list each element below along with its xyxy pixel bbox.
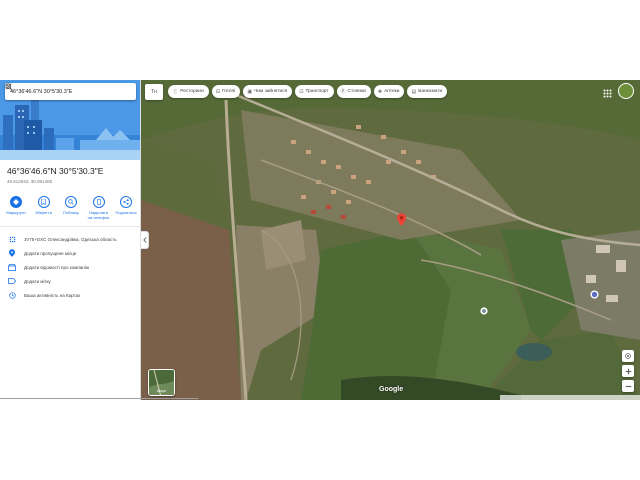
place-title: 46°36'46.6"N 30°5'30.3"E: [7, 166, 104, 176]
category-chips: Тн 🍴 Ресторани ⊟ Готелі ▣ Чим зайнятися …: [145, 84, 448, 100]
chip-restaurants[interactable]: 🍴 Ресторани: [168, 85, 209, 98]
share-label: Поділитися: [115, 210, 137, 215]
info-add-business-text: Додати відомості про компанію: [24, 264, 90, 270]
language-button[interactable]: Тн: [145, 84, 163, 100]
info-plus-code[interactable]: JV75+DXC Олександрівка, Одеська область: [0, 232, 140, 246]
info-add-label-text: Додати мітку: [24, 278, 51, 284]
poi-marker-secondary[interactable]: [480, 302, 488, 320]
map-controls: [622, 350, 634, 392]
info-add-place-text: Додати пропущене місце: [24, 250, 77, 256]
info-plus-code-text: JV75+DXC Олександрівка, Одеська область: [24, 236, 117, 242]
minus-icon: [625, 385, 631, 387]
chip-transit-label: Транспорт: [305, 89, 329, 94]
directions-label: Маршрути: [6, 210, 26, 215]
red-pin-icon: [397, 213, 406, 226]
layers-label: Шари: [156, 389, 167, 393]
chevron-left-icon: [142, 237, 146, 243]
place-coordinates[interactable]: 46.612942, 30.091405: [7, 179, 52, 184]
search-input[interactable]: 46°36'46.6"N 30°5'30.3"E: [10, 89, 106, 95]
collapse-panel-button[interactable]: [141, 231, 149, 249]
apps-grid-icon: [603, 89, 612, 98]
chip-pharmacies-label: Аптеки: [384, 89, 400, 94]
save-label: Зберегти: [35, 210, 52, 215]
maps-app: 46°36'46.6"N 30°5'30.3"E 46°36'46.6"N 30…: [0, 80, 640, 400]
chip-parking[interactable]: Ⓟ Стоянки: [336, 85, 371, 98]
history-icon: [8, 291, 16, 299]
bookmark-icon: [37, 196, 50, 208]
share-icon: [120, 196, 132, 208]
info-list: JV75+DXC Олександрівка, Одеська область …: [0, 232, 140, 302]
search-icon[interactable]: [5, 83, 118, 98]
my-location-icon: [625, 353, 631, 359]
chip-pharmacies[interactable]: ✚ Аптеки: [373, 85, 405, 98]
add-place-icon: [8, 249, 16, 257]
search-box[interactable]: 46°36'46.6"N 30°5'30.3"E: [5, 83, 136, 100]
place-hero-image[interactable]: 46°36'46.6"N 30°5'30.3"E: [0, 80, 140, 160]
plus-icon: [625, 368, 631, 374]
transit-icon: ⊡: [299, 88, 304, 95]
divider: [0, 226, 140, 227]
chip-atms-label: Банкомати: [418, 89, 443, 94]
poi-dot-icon: [480, 307, 488, 315]
nearby-label: Поблизу: [63, 210, 79, 215]
chip-hotels[interactable]: ⊟ Готелі: [211, 85, 241, 98]
parking-icon: Ⓟ: [340, 89, 346, 95]
hotel-icon: ⊟: [215, 88, 220, 95]
chip-restaurants-label: Ресторани: [180, 89, 204, 94]
label-icon: [8, 277, 16, 285]
chip-hotels-label: Готелі: [221, 89, 236, 94]
close-icon[interactable]: [5, 83, 133, 98]
chip-atms[interactable]: ▤ Банкомати: [407, 85, 448, 98]
chip-things-to-do-label: Чим зайнятися: [254, 89, 288, 94]
send-to-phone-button[interactable]: Надіслати на телефон: [87, 196, 111, 220]
plus-code-icon: [8, 235, 16, 243]
info-add-business[interactable]: Додати відомості про компанію: [0, 260, 140, 274]
zoom-in-button[interactable]: [622, 365, 634, 377]
info-add-label[interactable]: Додати мітку: [0, 274, 140, 288]
scroll-indicator: [0, 398, 198, 399]
nearby-icon: [65, 196, 77, 208]
share-button[interactable]: Поділитися: [114, 196, 138, 220]
atm-icon: ▤: [411, 88, 417, 95]
satellite-imagery: [141, 80, 640, 400]
send-to-phone-label: Надіслати на телефон: [87, 210, 110, 220]
chip-parking-label: Стоянки: [347, 89, 366, 94]
action-buttons: Маршрути Зберегти Поблизу Надіслати на т…: [4, 196, 138, 220]
restaurant-icon: 🍴: [172, 88, 179, 95]
account-avatar[interactable]: [618, 83, 634, 99]
map-attribution-bar: [500, 395, 640, 400]
info-activity-text: Ваша активність на Картах: [24, 292, 81, 298]
google-logo: Google: [379, 386, 404, 393]
place-panel: 46°36'46.6"N 30°5'30.3"E 46°36'46.6"N 30…: [0, 80, 141, 400]
satellite-map[interactable]: Тн 🍴 Ресторани ⊟ Готелі ▣ Чим зайнятися …: [141, 80, 640, 400]
apps-button[interactable]: [603, 85, 612, 103]
my-location-button[interactable]: [622, 350, 634, 362]
poi-marker[interactable]: [590, 286, 599, 304]
phone-icon: [92, 196, 105, 208]
location-pin[interactable]: [397, 213, 406, 231]
directions-icon: [10, 196, 22, 208]
things-to-do-icon: ▣: [247, 88, 253, 95]
chip-things-to-do[interactable]: ▣ Чим зайнятися: [243, 85, 293, 98]
info-activity[interactable]: Ваша активність на Картах: [0, 288, 140, 302]
layers-button[interactable]: Шари: [148, 369, 175, 396]
info-add-place[interactable]: Додати пропущене місце: [0, 246, 140, 260]
business-icon: [8, 263, 16, 271]
save-button[interactable]: Зберегти: [32, 196, 56, 220]
pharmacy-icon: ✚: [377, 88, 383, 95]
chip-transit[interactable]: ⊡ Транспорт: [295, 85, 334, 98]
zoom-out-button[interactable]: [622, 380, 634, 392]
directions-button[interactable]: Маршрути: [4, 196, 28, 220]
poi-pin-icon: [590, 290, 599, 299]
nearby-button[interactable]: Поблизу: [59, 196, 83, 220]
